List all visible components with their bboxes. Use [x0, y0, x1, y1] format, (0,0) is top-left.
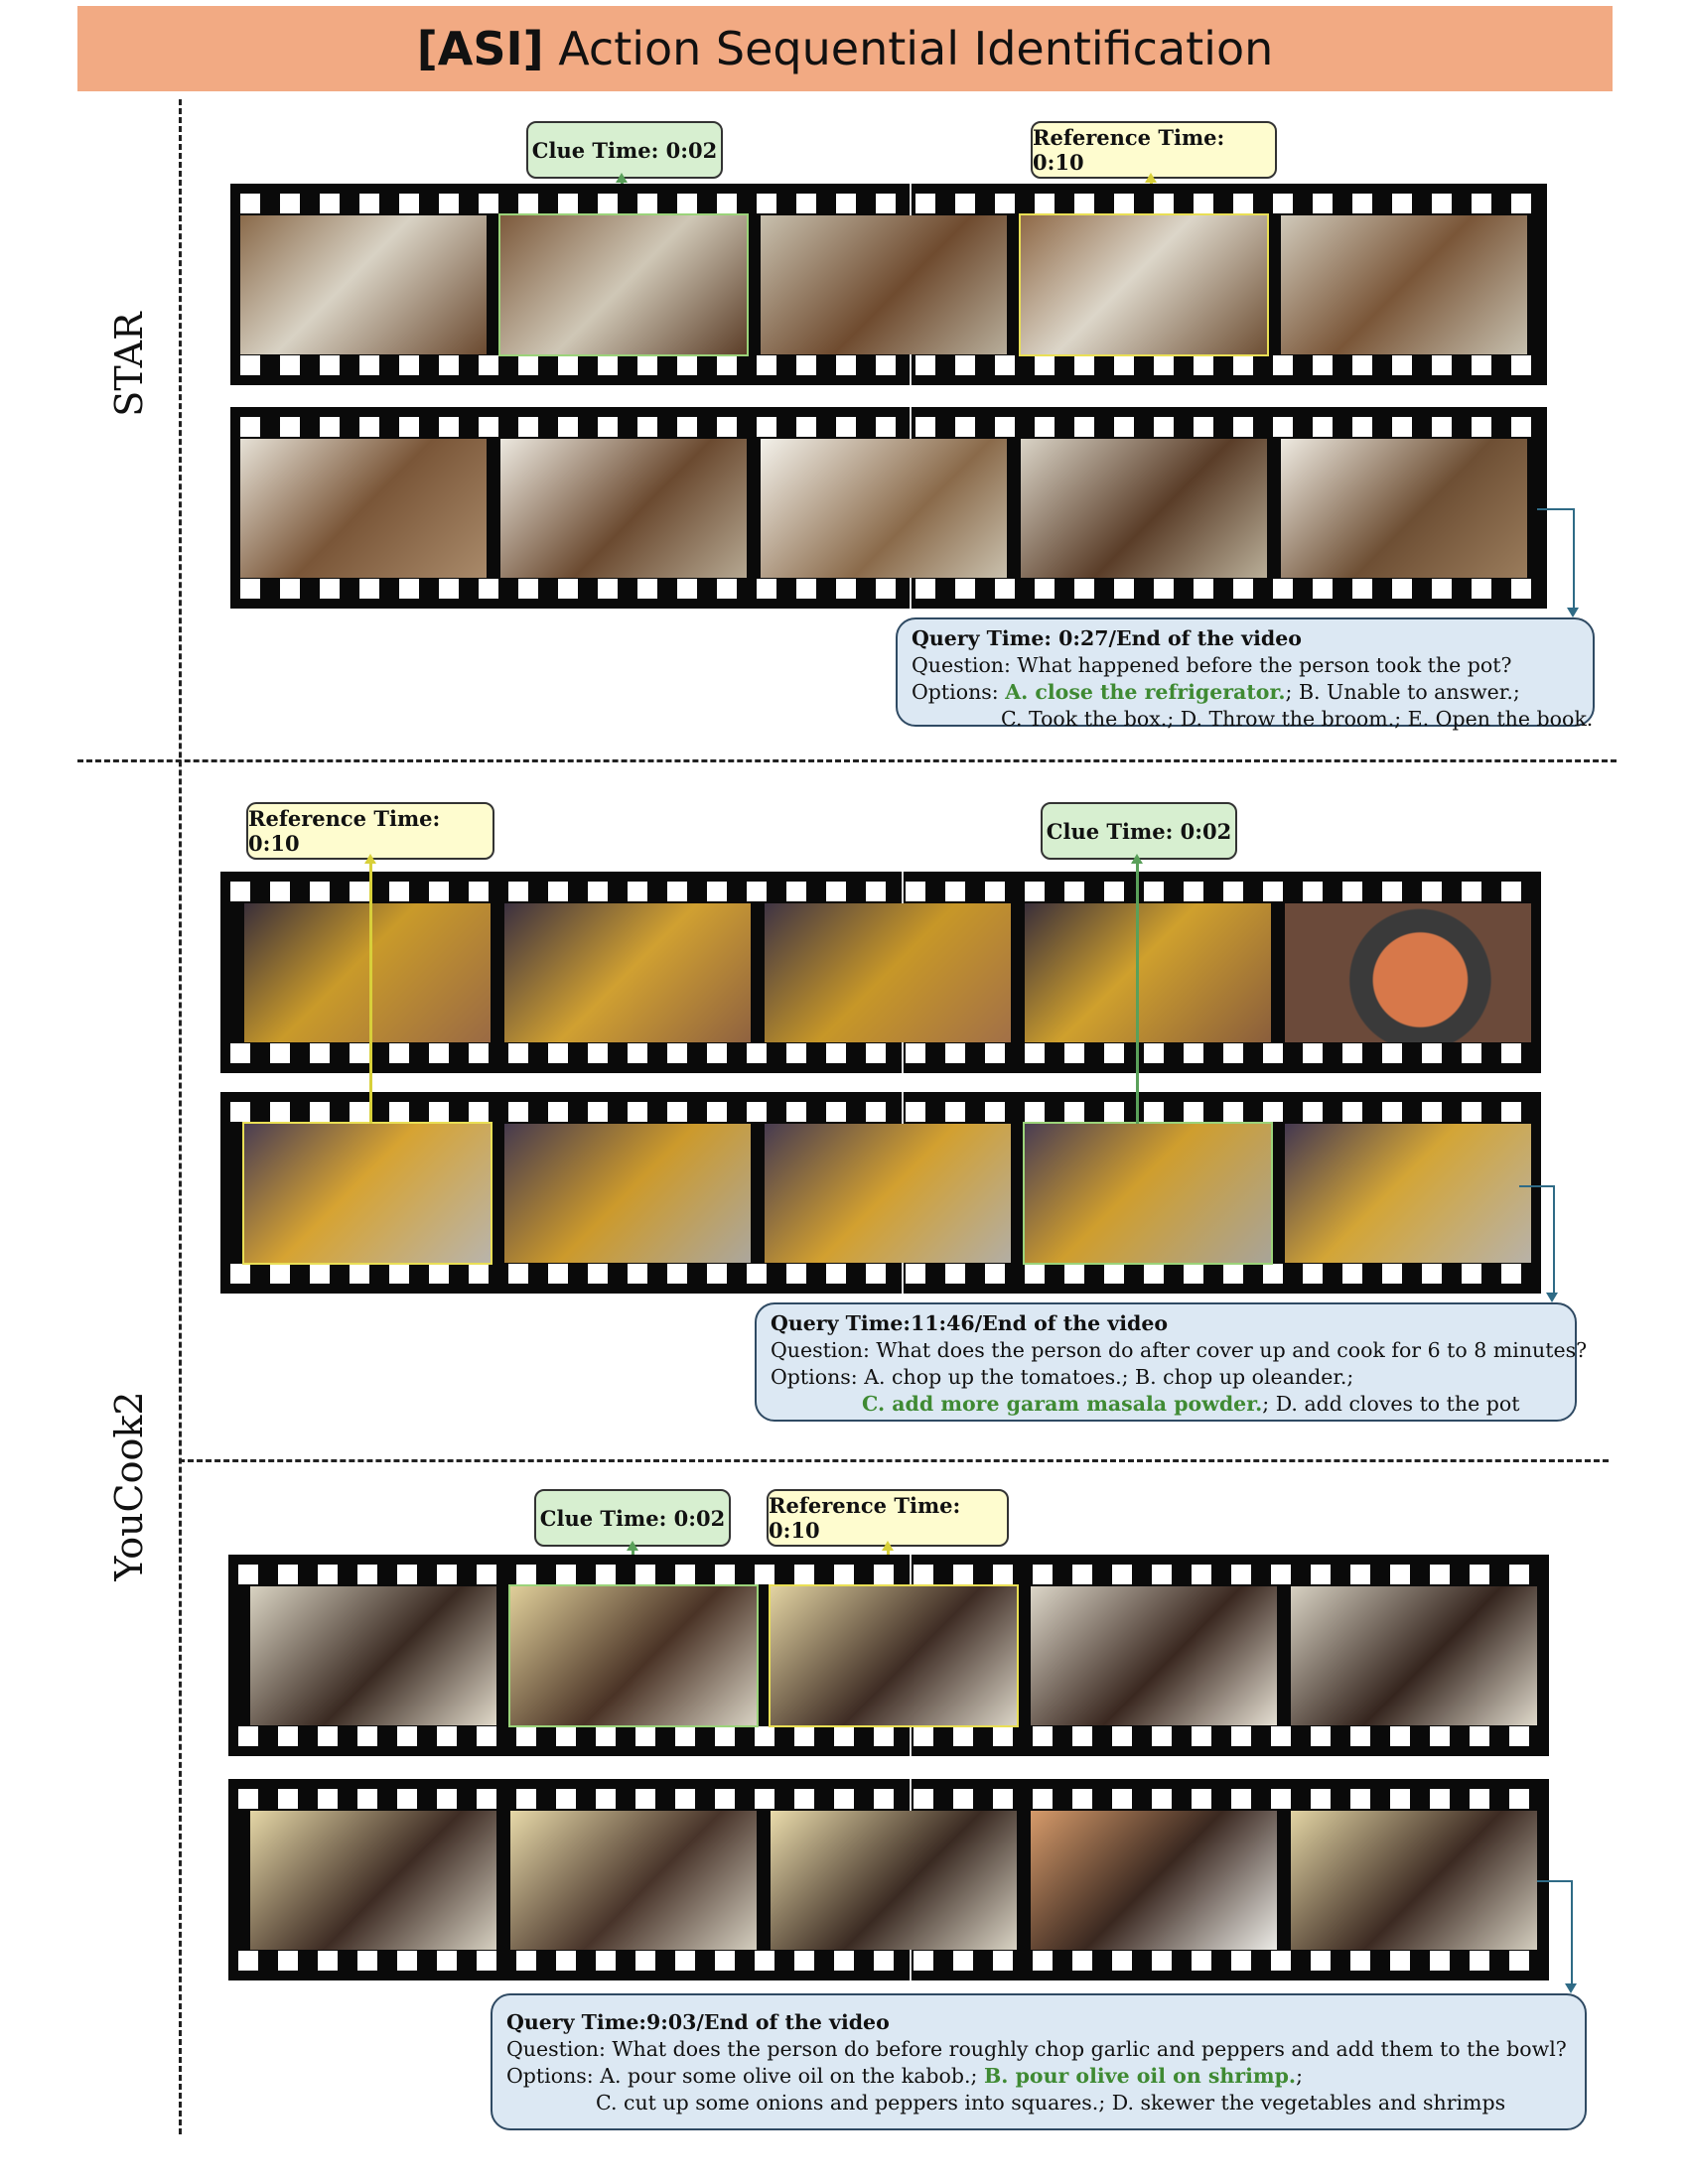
- video-frame: [1025, 903, 1271, 1042]
- section-divider-2: [179, 1459, 1609, 1462]
- video-frame: [761, 439, 1007, 578]
- header-title-text: Action Sequential Identification: [543, 22, 1274, 75]
- video-frame: [250, 1586, 496, 1725]
- video-frame: [504, 1124, 751, 1263]
- correct-answer: C. add more garam masala powder.: [862, 1392, 1263, 1416]
- vertical-divider: [179, 99, 182, 2134]
- video-frame: [1291, 1811, 1537, 1950]
- video-frame: [771, 1811, 1017, 1950]
- video-frame: [240, 439, 487, 578]
- video-frame: [1031, 1811, 1277, 1950]
- video-frame: [240, 215, 487, 354]
- video-frame: [1285, 903, 1531, 1042]
- video-frame: [769, 1584, 1019, 1727]
- options-line-2: C. add more garam masala powder.; D. add…: [771, 1391, 1561, 1418]
- options-rest: ; D. add cloves to the pot: [1262, 1392, 1520, 1416]
- video-frame: [508, 1584, 759, 1727]
- video-frame: [244, 903, 491, 1042]
- options-prefix: Options:: [912, 680, 1006, 704]
- query-arrow: [1567, 608, 1579, 617]
- query-time: Query Time:9:03/End of the video: [506, 2010, 890, 2034]
- clue-time-tag: Clue Time: 0:02: [534, 1489, 731, 1547]
- query-arrow: [1565, 1983, 1577, 1993]
- header-bracket: [ASI]: [416, 22, 544, 75]
- video-frame: [1023, 1122, 1273, 1265]
- video-frame: [1281, 439, 1527, 578]
- video-frame: [1285, 1124, 1531, 1263]
- video-frame: [1019, 213, 1269, 356]
- video-frame: [1291, 1586, 1537, 1725]
- query-arrow: [1546, 1293, 1558, 1302]
- video-frame: [765, 903, 1011, 1042]
- video-frame: [1281, 215, 1527, 354]
- options-line-2: C. Took the box.; D. Throw the broom.; E…: [1001, 707, 1594, 731]
- query-box: Query Time: 0:27/End of the video Questi…: [896, 617, 1595, 731]
- video-frame: [498, 213, 749, 356]
- film-strip: [220, 872, 1541, 1073]
- clue-time-tag: Clue Time: 0:02: [1041, 802, 1237, 860]
- options-line-1: Options: A. pour some olive oil on the k…: [506, 2063, 1571, 2090]
- film-strip: [230, 407, 1547, 609]
- video-frame: [761, 215, 1007, 354]
- side-label-star: STAR: [107, 312, 151, 417]
- film-strip: [220, 1092, 1541, 1294]
- film-strip: [230, 184, 1547, 385]
- video-frame: [500, 439, 747, 578]
- options-line-1: Options: A. chop up the tomatoes.; B. ch…: [771, 1365, 1354, 1389]
- options-line-2: C. cut up some onions and peppers into s…: [596, 2091, 1506, 2115]
- side-label-youcook2: YouCook2: [107, 1391, 151, 1581]
- video-frame: [250, 1811, 496, 1950]
- section-divider-1: [77, 759, 1617, 762]
- film-strip: [228, 1555, 1549, 1756]
- reference-time-tag: Reference Time: 0:10: [767, 1489, 1009, 1547]
- reference-time-tag: Reference Time: 0:10: [1031, 121, 1277, 179]
- video-frame: [765, 1124, 1011, 1263]
- query-box: Query Time:11:46/End of the video Questi…: [755, 1302, 1588, 1422]
- video-frame: [510, 1811, 757, 1950]
- query-link: [1519, 1185, 1555, 1297]
- header-title: [ASI] Action Sequential Identification: [417, 22, 1274, 75]
- clue-connector: [1131, 854, 1143, 1124]
- correct-answer: A. close the refrigerator.: [1005, 680, 1286, 704]
- reference-time-tag: Reference Time: 0:10: [246, 802, 494, 860]
- options-rest: ;: [1296, 2064, 1303, 2088]
- reference-connector: [364, 854, 376, 1124]
- question-text: Question: What does the person do after …: [771, 1338, 1588, 1362]
- video-frame: [1021, 439, 1267, 578]
- correct-answer: B. pour olive oil on shrimp.: [983, 2064, 1297, 2088]
- question-text: Question: What does the person do before…: [506, 2037, 1567, 2061]
- header-banner: [ASI] Action Sequential Identification: [77, 6, 1613, 91]
- options-line-1: Options: A. close the refrigerator.; B. …: [912, 679, 1579, 706]
- query-box: Query Time:9:03/End of the video Questio…: [491, 1993, 1587, 2130]
- video-frame: [504, 903, 751, 1042]
- query-time: Query Time: 0:27/End of the video: [912, 626, 1302, 650]
- query-link: [1537, 1880, 1573, 1987]
- clue-time-tag: Clue Time: 0:02: [526, 121, 723, 179]
- video-frame: [1031, 1586, 1277, 1725]
- query-time: Query Time:11:46/End of the video: [771, 1311, 1169, 1335]
- options-rest: ; B. Unable to answer.;: [1285, 680, 1520, 704]
- query-link: [1537, 508, 1575, 612]
- film-strip: [228, 1779, 1549, 1980]
- options-prefix: Options: A. pour some olive oil on the k…: [506, 2064, 984, 2088]
- question-text: Question: What happened before the perso…: [912, 653, 1512, 677]
- video-frame: [242, 1122, 492, 1265]
